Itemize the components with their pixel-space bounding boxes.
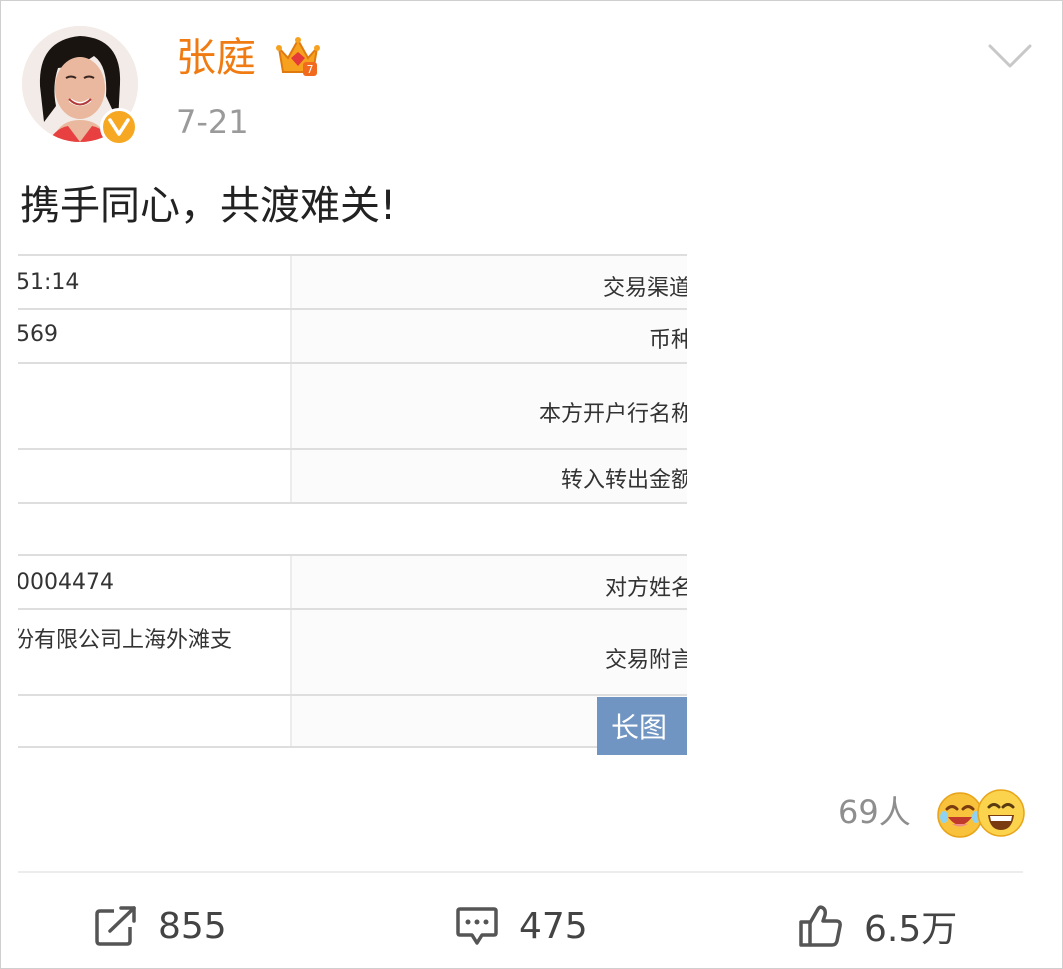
table-row: 569 币种 [18, 310, 687, 362]
svg-text:7: 7 [307, 63, 314, 76]
post-text: 携手同心，共渡难关! [20, 183, 397, 229]
thumbs-up-icon [799, 905, 842, 947]
table-row: 本方开户行名称 [18, 364, 687, 448]
table-divider [18, 746, 687, 748]
action-bar-divider [18, 871, 1023, 873]
like-count: 6.5万 [864, 909, 958, 950]
post-date: 7-21 [176, 103, 249, 141]
comment-icon [456, 907, 498, 945]
table-cell: 对方姓名 [604, 576, 687, 601]
table-row: 51:14 交易渠道 [18, 256, 687, 308]
repost-button[interactable]: 855 [94, 898, 227, 954]
table-cell: 本方开户行名称 [538, 402, 687, 427]
table-cell: 0004474 [18, 570, 114, 595]
reaction-count[interactable]: 69人 [838, 788, 911, 836]
table-cell: 份有限公司上海外滩支 [18, 628, 233, 653]
repost-count: 855 [158, 905, 227, 947]
repost-icon [95, 906, 136, 946]
table-row: 0004474 对方姓名 [18, 556, 687, 608]
post-image-receipt[interactable]: 51:14 交易渠道 569 币种 本方开户行名称 转入转出金额 0004474… [18, 254, 687, 754]
comment-button[interactable]: 475 [455, 898, 588, 954]
vip-crown-icon[interactable]: 7 [275, 34, 321, 78]
table-cell: 51:14 [18, 270, 80, 295]
comment-count: 475 [519, 905, 588, 947]
table-cell: 交易渠道 [602, 276, 687, 301]
chevron-down-icon[interactable] [986, 40, 1034, 74]
long-image-badge: 长图 [597, 697, 687, 755]
grin-emoji-icon [977, 789, 1025, 837]
table-divider [18, 502, 687, 504]
table-cell: 569 [18, 322, 58, 347]
username[interactable]: 张庭 [176, 30, 256, 86]
table-cell: 币种 [648, 328, 687, 353]
like-button[interactable]: 6.5万 [798, 898, 957, 954]
verified-v-badge-icon [100, 108, 138, 146]
table-row: 转入转出金额 [18, 450, 687, 502]
table-row: 份有限公司上海外滩支 交易附言 [18, 610, 687, 694]
table-cell: 交易附言 [604, 648, 687, 673]
table-cell: 转入转出金额 [560, 468, 687, 493]
table-row [18, 696, 687, 746]
